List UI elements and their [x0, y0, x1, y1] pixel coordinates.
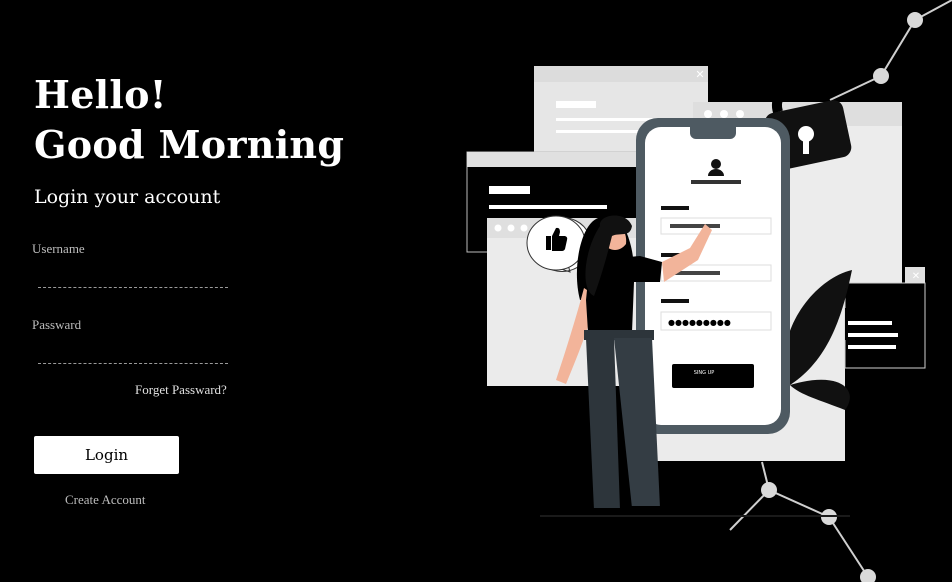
svg-text:✕: ✕ — [695, 68, 704, 81]
login-illustration: ✕ ✕ ●●●●●●●●● SING UP — [466, 0, 952, 582]
phone-signup-label: SING UP — [694, 370, 715, 376]
phone-password-dots: ●●●●●●●●● — [668, 318, 731, 327]
svg-text:✕: ✕ — [912, 271, 920, 282]
